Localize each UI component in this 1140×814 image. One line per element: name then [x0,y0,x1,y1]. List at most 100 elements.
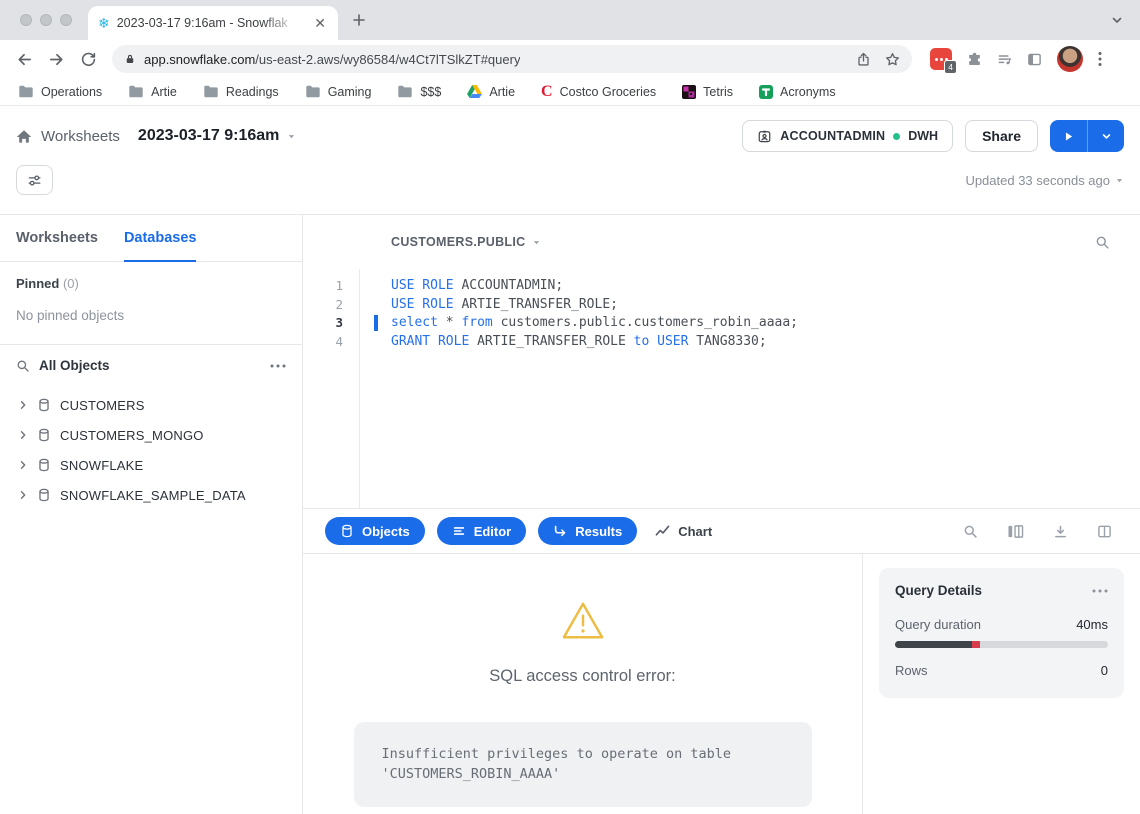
tab-close-icon[interactable]: ✕ [312,15,328,32]
split-view-icon[interactable] [1097,524,1112,539]
download-icon[interactable] [1053,524,1068,539]
bookmark-item[interactable]: Readings [203,85,279,99]
tab-editor[interactable]: Editor [436,517,527,545]
bookmark-label: Artie [489,84,516,99]
line-number: 2 [335,296,343,312]
worksheet-title[interactable]: 2023-03-17 9:16am [138,127,296,145]
chevron-right-icon[interactable] [18,430,28,440]
bookmark-item[interactable]: Gaming [305,84,372,99]
tab-search-chevron-icon[interactable] [1110,13,1124,27]
database-icon [340,524,354,538]
tab-chart[interactable]: Chart [649,517,718,545]
updated-status[interactable]: Updated 33 seconds ago [965,173,1124,188]
sidebar: Worksheets Databases Pinned (0) No pinned… [0,215,303,814]
lock-icon[interactable] [124,53,136,65]
query-details-panel: Query Details Query duration 40ms Rows 0 [862,554,1140,814]
breadcrumb[interactable]: Worksheets [41,128,120,145]
profile-avatar[interactable] [1057,46,1083,72]
columns-icon[interactable] [1007,524,1024,539]
run-button[interactable] [1050,120,1087,152]
screen: ❄ 2023-03-17 9:16am - Snowflak ✕ app.sno… [0,0,1140,814]
results-tabbar: Objects Editor Results Chart [303,508,1140,554]
results-panel: SQL access control error: Insufficient p… [303,554,1140,814]
objects-filter-label[interactable]: All Objects [39,358,110,373]
forward-icon[interactable] [42,45,70,73]
play-icon [1065,131,1073,141]
password-extension-icon[interactable]: 4 [930,48,957,74]
bookmark-star-icon[interactable] [885,52,900,67]
back-icon[interactable] [10,45,38,73]
run-button-group [1050,120,1124,152]
results-search-icon[interactable] [963,524,978,539]
line-number: 3 [335,315,343,330]
tree-item-label: CUSTOMERS_MONGO [60,427,204,443]
schema-context-selector[interactable]: CUSTOMERS.PUBLIC [391,235,541,249]
folder-icon [203,85,219,98]
extension-badge: 4 [944,60,957,74]
objects-more-icon[interactable] [270,364,286,368]
refresh-icon[interactable] [74,45,102,73]
sidebar-tab-worksheets[interactable]: Worksheets [16,216,98,262]
bookmark-label: Readings [225,84,279,99]
tab-results[interactable]: Results [538,517,638,545]
tree-item[interactable]: CUSTOMERS [0,390,302,420]
warning-icon [562,602,603,639]
code-line: GRANT ROLE ARTIE_TRANSFER_ROLE to USER T… [391,333,767,349]
bookmark-item[interactable]: Artie [467,85,515,99]
chevron-right-icon[interactable] [18,460,28,470]
browser-tab[interactable]: ❄ 2023-03-17 9:16am - Snowflak ✕ [88,6,338,40]
tree-item[interactable]: SNOWFLAKE [0,450,302,480]
worksheet-settings-button[interactable] [16,165,53,195]
search-icon[interactable] [16,359,30,373]
home-icon[interactable] [16,129,32,144]
bookmark-item[interactable]: Operations [18,85,102,99]
tab-objects[interactable]: Objects [325,517,425,545]
extensions-puzzle-icon[interactable] [967,52,982,67]
sql-editor[interactable]: 1 2 3 4 USE ROLE ACCOUNTADMIN; USE ROLE ARTI… [303,269,1140,508]
media-playlist-icon[interactable] [997,52,1012,67]
bookmark-item[interactable]: Artie [128,85,177,99]
bookmark-label: Gaming [327,84,372,99]
bookmark-item[interactable]: C Costco Groceries [541,82,656,100]
chart-line-icon [655,524,670,539]
bookmark-item[interactable]: $$$ [397,85,441,99]
tree-item[interactable]: SNOWFLAKE_SAMPLE_DATA [0,480,302,510]
side-panel-icon[interactable] [1027,52,1042,67]
current-role: ACCOUNTADMIN [780,129,886,143]
sidebar-tab-databases[interactable]: Databases [123,216,197,262]
url-path: /us-east-2.aws/wy86584/w4Ct7lTSlkZT#quer… [255,51,521,67]
database-icon [37,488,51,502]
bookmark-item[interactable]: Tetris [682,84,733,99]
url-domain: app.snowflake.com [144,51,256,67]
current-warehouse: DWH [908,129,939,143]
bookmark-item[interactable]: Acronyms [759,84,836,99]
drive-icon [467,85,483,98]
query-details-more-icon[interactable] [1092,589,1108,593]
pinned-section-label: Pinned (0) [16,276,79,291]
chevron-right-icon[interactable] [18,490,28,500]
line-numbers: 1 2 3 4 [303,269,360,508]
close-window-button[interactable] [20,14,32,26]
chevron-down-icon [1102,133,1110,139]
error-display: SQL access control error: Insufficient p… [303,554,862,814]
editor-lines-icon [452,524,466,538]
duration-progress-bar [895,641,1108,648]
browser-menu-icon[interactable] [1098,51,1102,67]
new-tab-button[interactable] [352,13,366,27]
context-selector[interactable]: ACCOUNTADMIN DWH [742,120,954,152]
tree-item-label: CUSTOMERS [60,397,145,413]
minimize-window-button[interactable] [40,14,52,26]
sql-code[interactable]: USE ROLE ACCOUNTADMIN; USE ROLE ARTIE_TRA… [360,269,798,508]
chevron-down-icon [534,240,540,244]
run-options-button[interactable] [1087,120,1124,152]
editor-search-icon[interactable] [1095,235,1110,250]
costco-icon: C [541,82,553,100]
share-page-icon[interactable] [856,52,871,67]
url-bar[interactable]: app.snowflake.com/us-east-2.aws/wy86584/… [112,45,912,73]
zoom-window-button[interactable] [60,14,72,26]
chevron-right-icon[interactable] [18,400,28,410]
share-button[interactable]: Share [965,120,1038,152]
role-badge-icon [757,129,772,144]
tree-item[interactable]: CUSTOMERS_MONGO [0,420,302,450]
text-cursor [374,315,378,331]
